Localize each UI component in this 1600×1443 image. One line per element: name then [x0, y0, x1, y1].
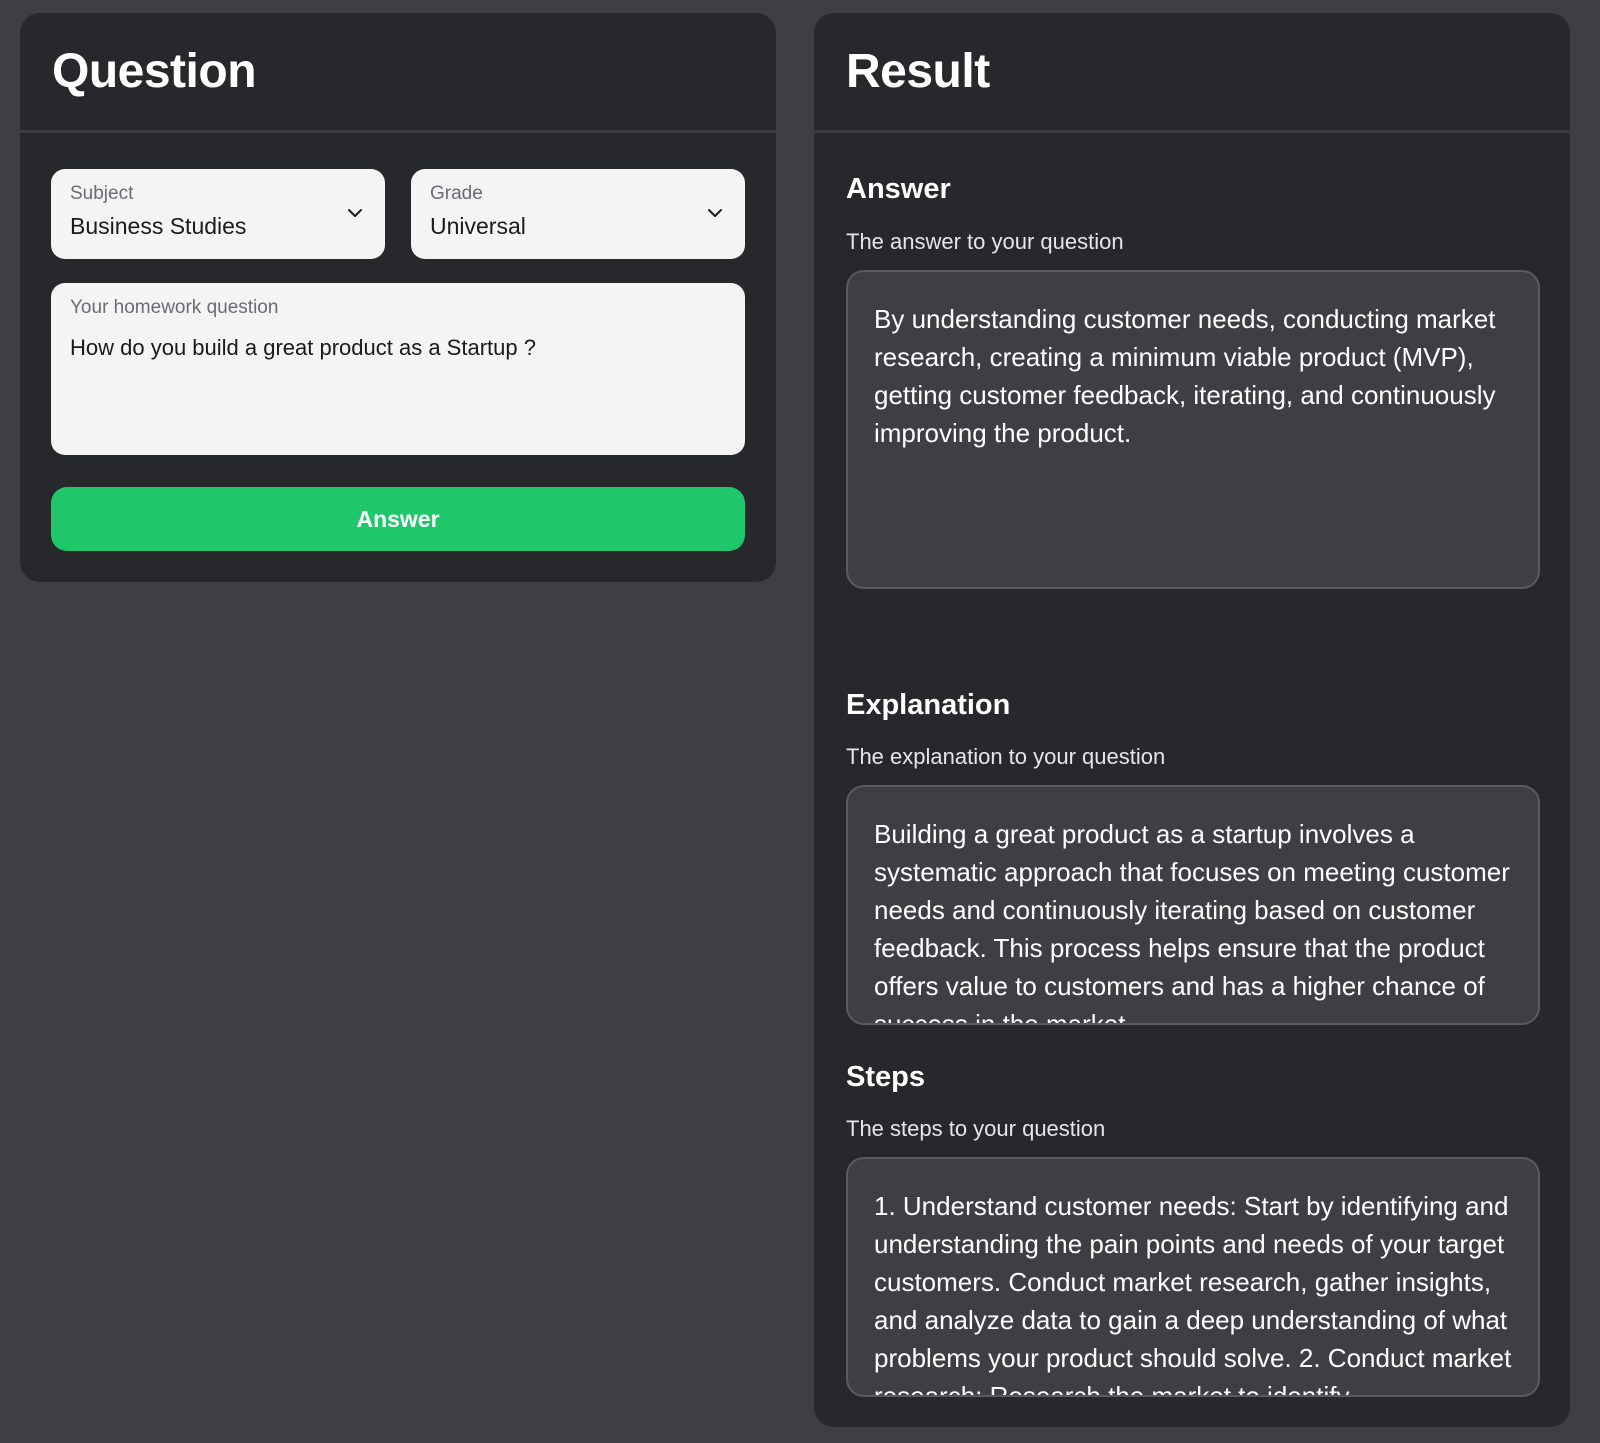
grade-select[interactable]: Grade Universal — [411, 169, 745, 259]
steps-section-title: Steps — [846, 1061, 925, 1093]
subject-label: Subject — [70, 183, 134, 204]
explanation-output[interactable]: Building a great product as a startup in… — [846, 785, 1540, 1025]
explanation-section-title: Explanation — [846, 689, 1011, 721]
question-panel: Question Subject Business Studies Grade … — [20, 13, 776, 582]
homework-question-text: How do you build a great product as a St… — [70, 335, 536, 360]
answer-output-text: By understanding customer needs, conduct… — [874, 304, 1496, 448]
homework-question-label: Your homework question — [70, 297, 279, 318]
result-panel: Result Answer The answer to your questio… — [814, 13, 1570, 1427]
steps-output-text: 1. Understand customer needs: Start by i… — [874, 1191, 1512, 1397]
steps-section-description: The steps to your question — [846, 1116, 1106, 1141]
homework-question-input[interactable]: Your homework question How do you build … — [51, 283, 745, 455]
answer-button[interactable]: Answer — [51, 487, 745, 551]
result-panel-title: Result — [846, 45, 990, 98]
grade-value: Universal — [430, 213, 526, 239]
chevron-down-icon — [348, 209, 362, 217]
question-panel-header: Question — [20, 13, 776, 133]
answer-section-title: Answer — [846, 173, 951, 205]
explanation-output-text: Building a great product as a startup in… — [874, 819, 1510, 1025]
grade-label: Grade — [430, 183, 483, 204]
result-panel-header: Result — [814, 13, 1570, 133]
answer-section-description: The answer to your question — [846, 229, 1124, 254]
steps-output[interactable]: 1. Understand customer needs: Start by i… — [846, 1157, 1540, 1397]
question-panel-title: Question — [52, 45, 257, 98]
chevron-down-icon — [708, 209, 722, 217]
answer-output[interactable]: By understanding customer needs, conduct… — [846, 270, 1540, 589]
subject-select[interactable]: Subject Business Studies — [51, 169, 385, 259]
subject-value: Business Studies — [70, 213, 247, 239]
explanation-section-description: The explanation to your question — [846, 744, 1166, 769]
